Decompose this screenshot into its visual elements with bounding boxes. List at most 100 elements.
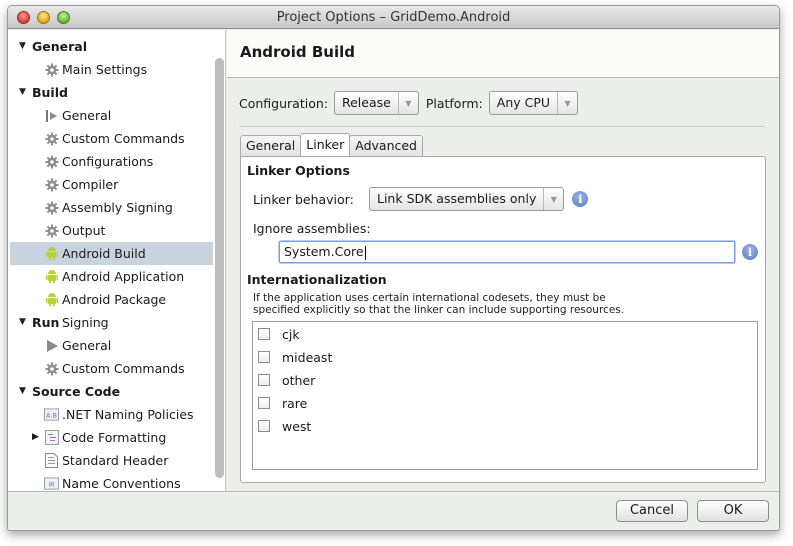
chevron-down-icon: ▼: [557, 92, 577, 114]
info-icon[interactable]: i: [572, 191, 589, 207]
chevron-down-icon: ▼: [397, 92, 418, 114]
configuration-label: Configuration:: [239, 95, 328, 111]
sidebar-item-configurations[interactable]: Configurations: [10, 150, 213, 173]
description-line: specified explicitly so that the linker …: [253, 304, 625, 316]
configuration-value: Release: [341, 95, 391, 110]
ignore-assemblies-value: System.Core: [284, 244, 364, 259]
sidebar-item-label: General: [62, 338, 112, 353]
checkbox[interactable]: [258, 328, 270, 340]
sidebar-item-compiler[interactable]: Compiler: [10, 173, 213, 196]
tab-advanced[interactable]: Advanced: [349, 135, 423, 156]
sidebar-item-main-settings[interactable]: Main Settings: [10, 58, 213, 81]
divider: [239, 126, 765, 127]
sidebar-item-label: General: [62, 108, 112, 123]
linker-options-heading: Linker Options: [247, 163, 350, 178]
sidebar-group-label: Source Code: [32, 384, 121, 399]
expanded-triangle-icon[interactable]: ▼: [19, 81, 26, 104]
codeset-item-mideast[interactable]: mideast: [258, 348, 332, 366]
sidebar-item-label: Custom Commands: [62, 131, 185, 146]
page-title: Android Build: [240, 43, 355, 61]
codeset-label: cjk: [282, 326, 300, 342]
sidebar-item-code-formatting[interactable]: ▶ Code Formatting: [10, 426, 213, 449]
sidebar-item-build-general[interactable]: General: [10, 104, 213, 127]
ignore-assemblies-label: Ignore assemblies:: [253, 220, 371, 236]
linker-behavior-select[interactable]: Link SDK assemblies only ▼: [369, 187, 565, 211]
sidebar-group-run[interactable]: ▼ Run: [10, 311, 213, 334]
sidebar-item-label: Configurations: [62, 154, 154, 169]
sidebar-item-label: Standard Header: [62, 453, 169, 468]
sidebar-item-net-naming-policies[interactable]: A.B .NET Naming Policies: [10, 403, 213, 426]
tab-general[interactable]: General: [240, 135, 302, 156]
sidebar-item-label: .NET Naming Policies: [62, 407, 194, 422]
minimize-window-button[interactable]: [37, 11, 50, 24]
codeset-item-rare[interactable]: rare: [258, 394, 307, 412]
gear-icon: [44, 361, 59, 376]
sidebar-item-label: Android Build: [62, 246, 146, 261]
sidebar-item-run-custom-commands[interactable]: Custom Commands: [10, 357, 213, 380]
code-formatting-icon: [44, 430, 59, 445]
ignore-assemblies-input[interactable]: System.Core: [279, 241, 735, 263]
svg-text:A.B: A.B: [46, 411, 57, 419]
codesets-list: cjk mideast other rare west: [252, 321, 758, 470]
sidebar-item-run-general[interactable]: General: [10, 334, 213, 357]
sidebar-item-android-application[interactable]: Android Application: [10, 265, 213, 288]
options-panel: Android Build Configuration: Release ▼ P…: [227, 30, 779, 491]
sidebar-scrollbar[interactable]: [215, 58, 224, 478]
sidebar-item-assembly-signing[interactable]: Assembly Signing: [10, 196, 213, 219]
project-options-window: Project Options – GridDemo.Android ▼ Gen…: [7, 5, 780, 531]
cancel-button[interactable]: Cancel: [616, 500, 688, 522]
text-caret: [364, 245, 366, 260]
codeset-item-cjk[interactable]: cjk: [258, 325, 300, 343]
checkbox[interactable]: [258, 351, 270, 363]
sidebar-item-label: Name Conventions: [62, 476, 181, 491]
internationalization-description: If the application uses certain internat…: [253, 292, 624, 316]
sidebar-item-label: Assembly Signing: [62, 200, 173, 215]
linker-behavior-value: Link SDK assemblies only: [377, 191, 537, 206]
expanded-triangle-icon[interactable]: ▼: [19, 35, 26, 58]
options-sidebar: ▼ General Main Settings ▼ Build General …: [8, 30, 226, 491]
sidebar-item-label: Output: [62, 223, 106, 238]
play-icon: [44, 338, 59, 353]
linker-behavior-label: Linker behavior:: [253, 191, 354, 207]
close-window-button[interactable]: [17, 11, 30, 24]
sidebar-item-android-package-signing[interactable]: Android Package Signing: [10, 288, 213, 330]
sidebar-group-general[interactable]: ▼ General: [10, 35, 213, 58]
gear-icon: [44, 200, 59, 215]
expanded-triangle-icon[interactable]: ▼: [19, 380, 26, 403]
zoom-window-button[interactable]: [57, 11, 70, 24]
sidebar-group-build[interactable]: ▼ Build: [10, 81, 213, 104]
ok-button[interactable]: OK: [697, 500, 769, 522]
checkbox[interactable]: [258, 397, 270, 409]
info-icon[interactable]: i: [742, 244, 758, 260]
platform-label: Platform:: [425, 95, 483, 111]
android-icon: [44, 292, 59, 307]
configuration-row: Configuration: Release ▼ Platform: Any C…: [239, 91, 585, 115]
configuration-select[interactable]: Release ▼: [333, 91, 419, 115]
sidebar-item-output[interactable]: Output: [10, 219, 213, 242]
codeset-item-other[interactable]: other: [258, 371, 315, 389]
platform-value: Any CPU: [496, 95, 551, 110]
sidebar-item-custom-commands[interactable]: Custom Commands: [10, 127, 213, 150]
sidebar-group-label: Run: [32, 315, 60, 330]
description-line: If the application uses certain internat…: [253, 292, 606, 304]
sidebar-item-standard-header[interactable]: Standard Header: [10, 449, 213, 472]
svg-text:iR: iR: [48, 480, 55, 488]
gear-icon: [44, 154, 59, 169]
panel-header: Android Build: [227, 30, 779, 78]
document-icon: [44, 453, 59, 468]
dialog-footer: Cancel OK: [8, 491, 779, 530]
platform-select[interactable]: Any CPU ▼: [488, 91, 579, 115]
checkbox[interactable]: [258, 420, 270, 432]
android-icon: [44, 269, 59, 284]
collapsed-triangle-icon[interactable]: ▶: [32, 426, 39, 449]
gear-icon: [44, 62, 59, 77]
codeset-label: other: [282, 372, 316, 388]
tab-linker[interactable]: Linker: [300, 133, 351, 156]
sidebar-group-source-code[interactable]: ▼ Source Code: [10, 380, 213, 403]
internationalization-heading: Internationalization: [247, 272, 387, 287]
checkbox[interactable]: [258, 374, 270, 386]
expanded-triangle-icon[interactable]: ▼: [19, 311, 26, 334]
sidebar-item-android-build[interactable]: Android Build: [10, 242, 213, 265]
codeset-label: rare: [282, 395, 308, 411]
codeset-item-west[interactable]: west: [258, 417, 311, 435]
